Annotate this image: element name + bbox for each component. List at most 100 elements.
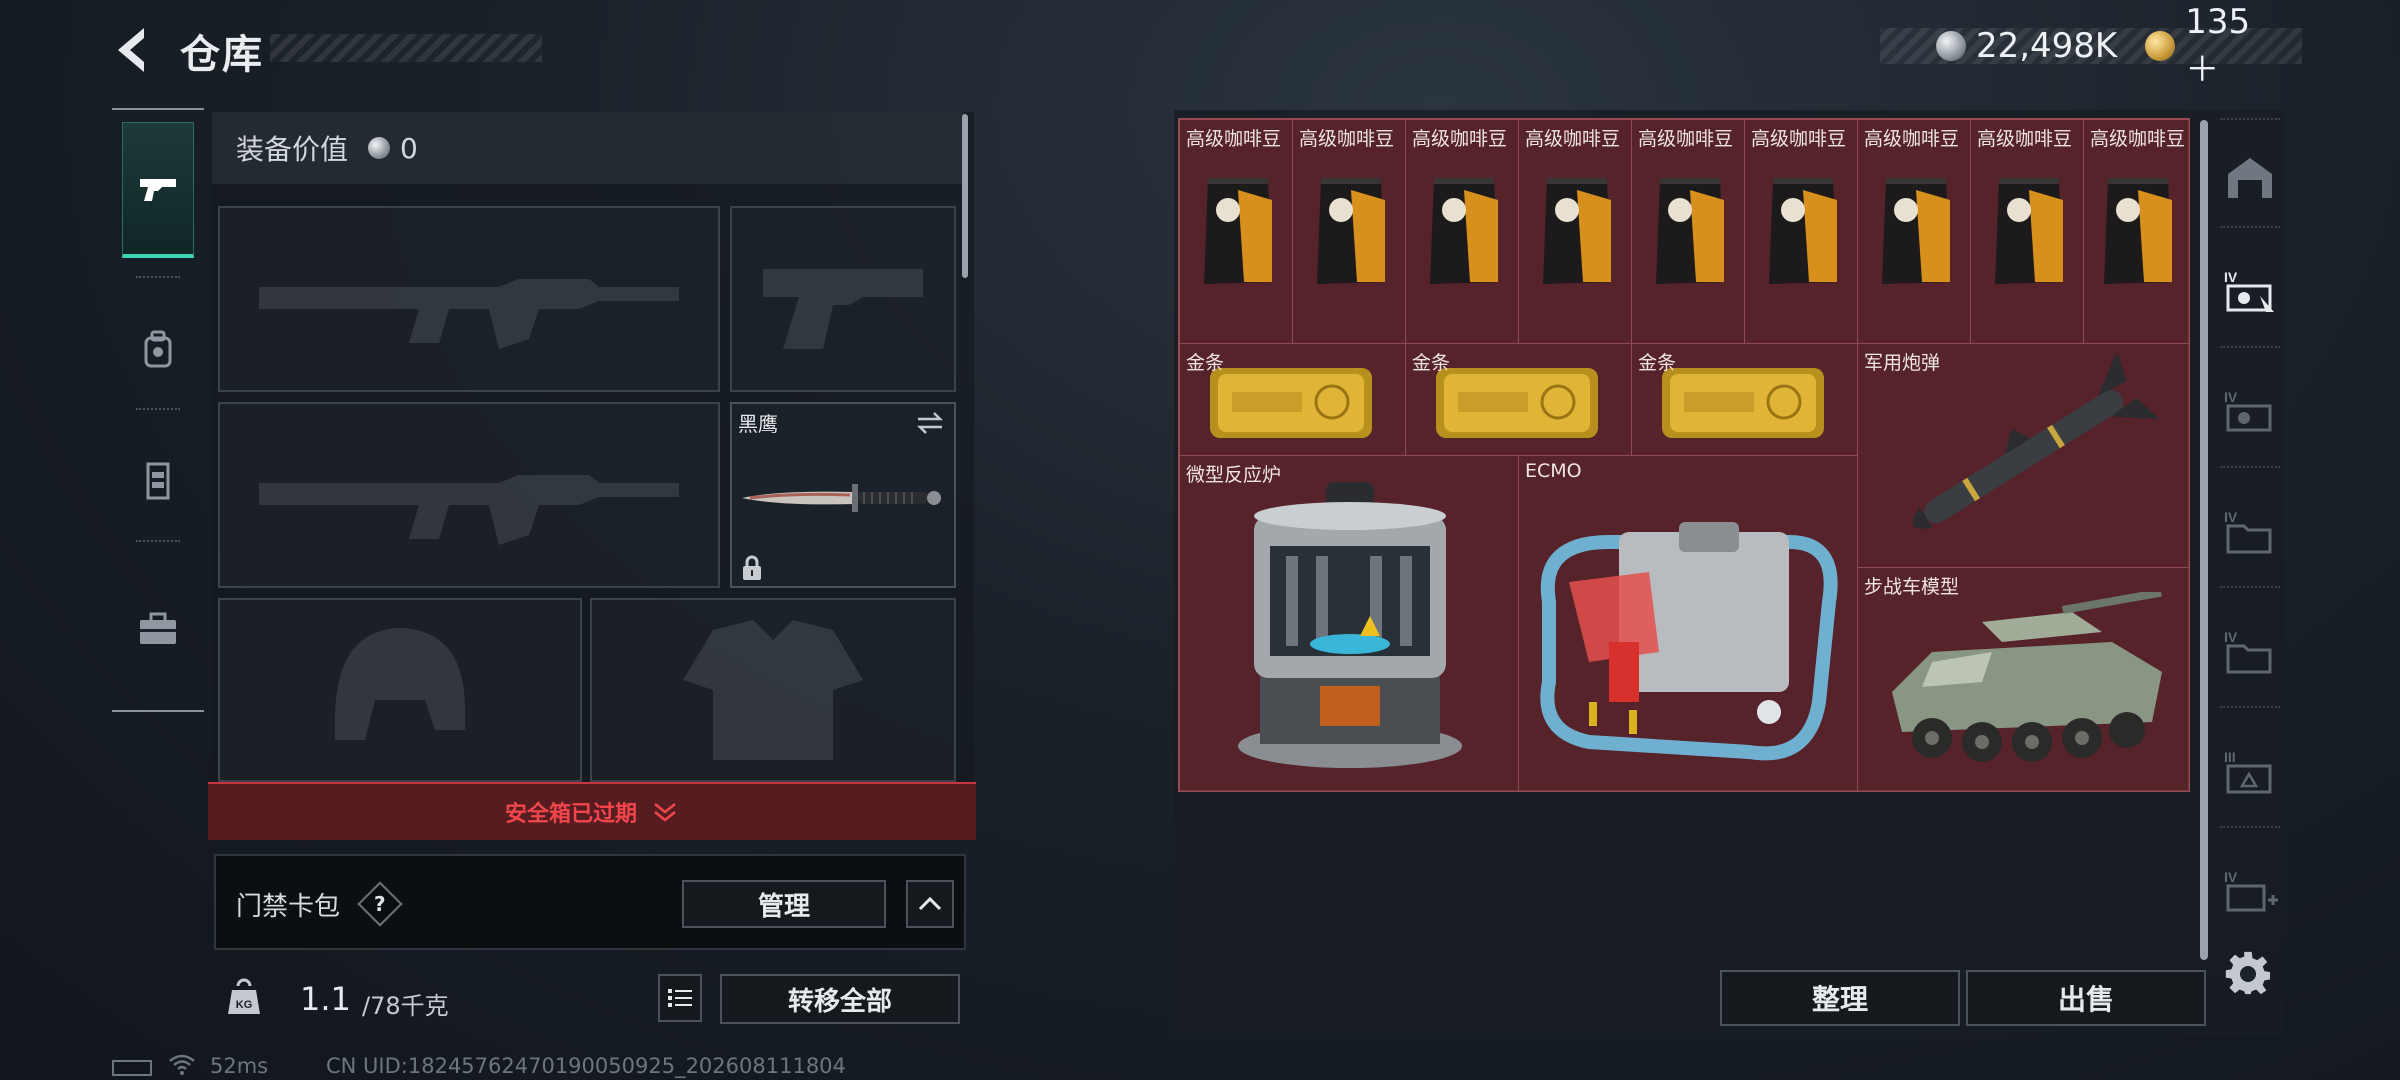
weight-current: 1.1	[300, 980, 351, 1018]
storage-item-coffee[interactable]: 高级咖啡豆	[1180, 120, 1293, 344]
item-label: 高级咖啡豆	[1186, 128, 1282, 150]
backpack-icon	[144, 330, 172, 368]
item-label: 高级咖啡豆	[1751, 128, 1847, 150]
svg-text:IV: IV	[2224, 629, 2238, 645]
help-button[interactable]: ?	[357, 881, 403, 927]
pistol-icon	[140, 178, 176, 201]
sell-button[interactable]: 出售	[1966, 970, 2206, 1026]
storage-item-coffee[interactable]: 高级咖啡豆	[1858, 120, 1971, 344]
storage-item-ifv-model[interactable]: 步战车模型	[1858, 568, 2190, 792]
gold-currency-value[interactable]: 135＋	[2185, 2, 2284, 91]
collapse-button[interactable]	[906, 880, 954, 928]
storage-item-gold-bar[interactable]: 金条	[1632, 344, 1858, 456]
storage-page-4-tab[interactable]: IV	[2222, 624, 2278, 680]
chevron-up-icon	[918, 896, 942, 911]
svg-text:IV: IV	[2224, 389, 2238, 405]
storage-item-coffee[interactable]: 高级咖啡豆	[1745, 120, 1858, 344]
coffee-bag-icon	[1995, 178, 2063, 284]
rail-divider	[2220, 826, 2280, 828]
storage-item-coffee[interactable]: 高级咖啡豆	[1632, 120, 1745, 344]
storage-item-reactor[interactable]: 微型反应炉	[1180, 456, 1519, 792]
coffee-bag-icon	[1204, 178, 1272, 284]
coffee-bag-icon	[1769, 178, 1837, 284]
gold-bar-icon	[1662, 368, 1824, 438]
equipment-scrollbar[interactable]	[962, 114, 968, 278]
item-label: 步战车模型	[1864, 576, 1960, 598]
sort-button[interactable]: 整理	[1720, 970, 1960, 1026]
rifle-silhouette-icon	[259, 475, 679, 545]
equipment-panel: 装备价值 0 黑鹰	[212, 112, 974, 782]
melee-slot[interactable]: 黑鹰	[730, 402, 956, 588]
armor-slot[interactable]	[590, 598, 956, 782]
secondary-weapon-slot[interactable]	[218, 402, 720, 588]
svg-text:IV: IV	[2224, 869, 2238, 885]
storage-item-gold-bar[interactable]: 金条	[1180, 344, 1406, 456]
helmet-slot[interactable]	[218, 598, 582, 782]
equipment-value-bar: 装备价值 0	[212, 112, 964, 184]
primary-weapon-slot[interactable]	[218, 206, 720, 392]
add-storage-page-tab[interactable]: IV	[2222, 864, 2278, 920]
safe-box-expired-bar[interactable]: 安全箱已过期	[208, 782, 976, 840]
manage-button[interactable]: 管理	[682, 880, 886, 928]
ecmo-machine-icon	[1540, 522, 1838, 761]
storage-page-5-tab[interactable]: III	[2222, 744, 2278, 800]
tab-backpack[interactable]	[122, 310, 194, 390]
coffee-bag-icon	[1430, 178, 1498, 284]
item-label: 高级咖啡豆	[1412, 128, 1508, 150]
storage-item-coffee[interactable]: 高级咖啡豆	[1293, 120, 1406, 344]
storage-page-3-tab[interactable]: IV	[2222, 504, 2278, 560]
equipment-value: 0	[400, 131, 418, 165]
storage-page-1-tab[interactable]: IV	[2222, 264, 2278, 320]
storage-item-coffee[interactable]: 高级咖啡豆	[1519, 120, 1632, 344]
item-label: 金条	[1638, 352, 1677, 374]
safe-box-status: 安全箱已过期	[504, 802, 637, 827]
vest-icon	[146, 462, 170, 500]
item-label: 金条	[1412, 352, 1451, 374]
rifle-silhouette-icon	[259, 279, 679, 349]
rail-divider	[2220, 706, 2280, 708]
storage-home-tab[interactable]	[2222, 150, 2278, 206]
user-uid: CN UID:18245762470190050925_202608111804	[326, 1054, 846, 1078]
storage-item-coffee[interactable]: 高级咖啡豆	[2084, 120, 2190, 344]
gold-bar-icon	[1210, 368, 1372, 438]
storage-item-missile[interactable]: 军用炮弹	[1858, 344, 2190, 568]
chevron-down-icon	[654, 803, 676, 822]
equipment-value-label: 装备价值	[236, 133, 349, 166]
svg-text:IV: IV	[2224, 269, 2238, 285]
tab-divider	[136, 540, 180, 542]
rail-divider	[2220, 346, 2280, 348]
item-label: 高级咖啡豆	[1525, 128, 1621, 150]
ifv-model-icon	[1892, 592, 2162, 762]
storage-item-coffee[interactable]: 高级咖啡豆	[1406, 120, 1519, 344]
wifi-icon	[169, 1054, 195, 1075]
network-ping: 52ms	[210, 1054, 269, 1078]
silver-coin-icon	[1936, 31, 1966, 61]
tab-divider	[136, 408, 180, 410]
tab-case[interactable]	[122, 588, 194, 668]
coffee-bag-icon	[1656, 178, 1724, 284]
currency-bar: 22,498K 135＋	[1880, 2, 2302, 90]
storage-item-ecmo[interactable]: ECMO	[1519, 456, 1858, 792]
storage-box-page-icon: IV	[2224, 509, 2272, 554]
storage-page-2-tab[interactable]: IV	[2222, 384, 2278, 440]
storage-item-gold-bar[interactable]: 金条	[1406, 344, 1632, 456]
rail-divider	[2220, 466, 2280, 468]
help-icon: ?	[374, 891, 386, 916]
list-icon	[668, 989, 692, 1007]
transfer-all-button[interactable]: 转移全部	[720, 974, 960, 1024]
coffee-bag-icon	[1882, 178, 1950, 284]
swap-icon[interactable]	[914, 410, 946, 436]
lock-icon	[743, 555, 761, 580]
sidearm-slot[interactable]	[730, 206, 956, 392]
warehouse-icon	[2228, 158, 2272, 198]
gold-coin-icon	[2145, 31, 2176, 61]
storage-item-coffee[interactable]: 高级咖啡豆	[1971, 120, 2084, 344]
list-view-button[interactable]	[658, 974, 702, 1022]
tab-vest[interactable]	[122, 440, 194, 520]
weight-max: /78千克	[362, 992, 449, 1020]
coffee-bag-icon	[2104, 178, 2172, 284]
tab-weapons[interactable]	[122, 122, 194, 258]
gear-icon[interactable]	[2224, 950, 2272, 998]
back-button[interactable]	[110, 24, 154, 76]
pistol-silhouette-icon	[763, 269, 923, 349]
